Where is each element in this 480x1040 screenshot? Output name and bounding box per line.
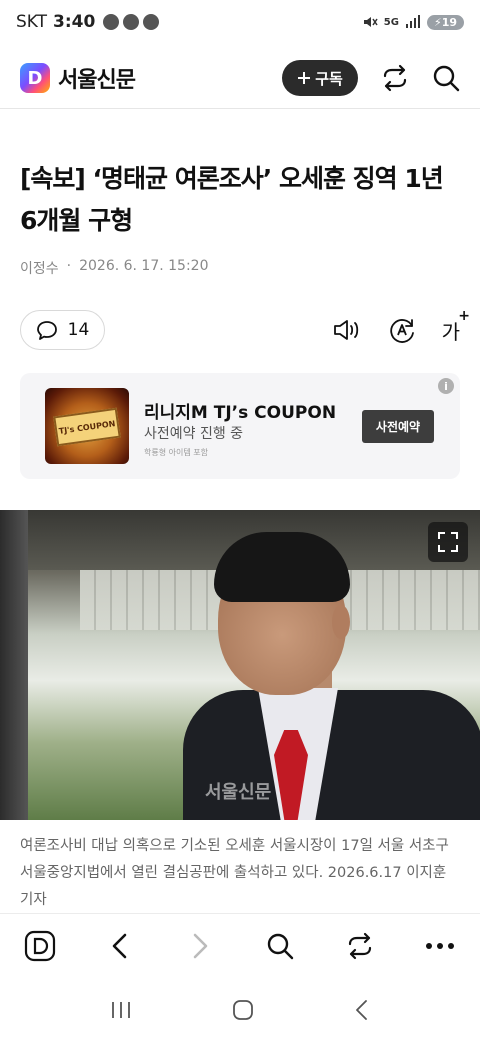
clock: 3:40: [53, 12, 96, 32]
plus-superscript-icon: +: [458, 307, 470, 324]
comment-icon: [36, 321, 57, 340]
article-photo[interactable]: 서울신문: [0, 510, 480, 820]
home-logo-button[interactable]: [15, 921, 65, 971]
font-size-label: 가: [441, 319, 460, 344]
byline: 이정수 · 2026. 6. 17. 15:20: [20, 258, 209, 278]
bottom-share-button[interactable]: [335, 921, 385, 971]
system-back-icon[interactable]: [353, 998, 371, 1022]
status-bar: SKT 3:40 5G ⚡19: [0, 0, 480, 44]
search-icon[interactable]: [432, 64, 460, 92]
carrier-label: SKT: [16, 12, 48, 32]
app-header: D 서울신문 구독: [0, 50, 480, 106]
more-dots-icon: [426, 942, 454, 949]
plus-icon: [298, 72, 311, 84]
expand-icon: [438, 532, 458, 552]
chevron-left-icon: [112, 933, 127, 958]
recent-apps-icon[interactable]: [109, 999, 133, 1021]
translate-icon[interactable]: [388, 316, 416, 344]
signal-icon: [405, 15, 420, 28]
battery-level: 19: [441, 15, 457, 29]
network-type-label: 5G: [383, 16, 399, 28]
search-icon: [267, 933, 294, 959]
back-button[interactable]: [95, 921, 145, 971]
author-name[interactable]: 이정수: [20, 258, 59, 278]
share-icon: [348, 932, 372, 959]
subscribe-label: 구독: [315, 69, 343, 88]
talk-notification-icon: [103, 14, 120, 30]
subscribe-button[interactable]: 구독: [282, 60, 358, 96]
header-divider: [0, 108, 480, 109]
system-navigation: [0, 980, 480, 1040]
ad-info-icon[interactable]: i: [438, 378, 454, 394]
home-icon[interactable]: [231, 998, 255, 1022]
comments-button[interactable]: 14: [20, 310, 105, 350]
ad-thumbnail: TJ's COUPON: [45, 388, 129, 464]
publish-datetime: 2026. 6. 17. 15:20: [79, 258, 209, 274]
ad-thumbnail-ticket: TJ's COUPON: [53, 407, 121, 447]
snapchat-notification-icon-2: [143, 14, 160, 30]
snapchat-notification-icon: [123, 14, 140, 30]
logo-icon[interactable]: D: [20, 63, 50, 93]
site-logo-text[interactable]: 서울신문: [58, 62, 136, 94]
ad-preregister-button[interactable]: 사전예약: [362, 410, 434, 443]
byline-separator: ·: [66, 258, 72, 274]
article-actions: 14 가 +: [20, 308, 470, 350]
ad-subtitle: 사전예약 진행 중: [144, 426, 244, 442]
logo-letter: D: [27, 67, 43, 89]
article-headline: [속보] ‘명태균 여론조사’ 오세훈 징역 1년 6개월 구형: [20, 164, 444, 235]
share-icon[interactable]: [380, 63, 410, 93]
photo-caption: 여론조사비 대납 의혹으로 기소된 오세훈 서울시장이 17일 서울 서초구 서…: [20, 838, 449, 908]
bottom-navigation: [0, 913, 480, 977]
ad-title: 리니지M TJ’s COUPON: [144, 403, 337, 423]
battery-indicator: ⚡19: [426, 14, 464, 30]
tts-speaker-icon[interactable]: [332, 317, 362, 343]
fullscreen-button[interactable]: [428, 522, 468, 562]
font-size-button[interactable]: 가 +: [441, 308, 470, 345]
chevron-right-icon: [193, 933, 208, 958]
comment-count: 14: [67, 320, 90, 340]
ad-fineprint: 학룡형 아이템 포함: [144, 448, 208, 457]
more-options-button[interactable]: [415, 921, 465, 971]
mute-icon: [363, 17, 378, 27]
bottom-search-button[interactable]: [255, 921, 305, 971]
photo-watermark: 서울신문: [205, 782, 272, 803]
logo-outline-icon: [24, 930, 56, 961]
forward-button[interactable]: [175, 921, 225, 971]
ad-banner[interactable]: TJ's COUPON 리니지M TJ’s COUPON 사전예약 진행 중 학…: [20, 373, 460, 479]
